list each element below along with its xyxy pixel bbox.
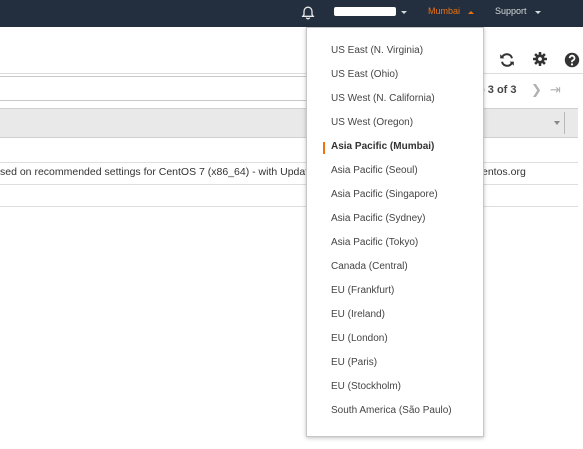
- column-divider: [564, 112, 565, 134]
- bell-icon[interactable]: [300, 5, 316, 21]
- region-item-asia-pacific-tokyo[interactable]: Asia Pacific (Tokyo): [307, 231, 483, 255]
- region-item-asia-pacific-seoul[interactable]: Asia Pacific (Seoul): [307, 159, 483, 183]
- gear-icon[interactable]: [531, 50, 549, 68]
- chevron-up-icon[interactable]: [468, 11, 474, 14]
- table-row-cell: entos.org: [482, 166, 526, 178]
- next-page-icon[interactable]: ❯: [531, 82, 542, 98]
- region-item-us-east-ohio[interactable]: US East (Ohio): [307, 63, 483, 87]
- region-dropdown-menu: US East (N. Virginia) US East (Ohio) US …: [306, 27, 484, 437]
- row-divider: [0, 162, 578, 163]
- region-item-eu-stockholm[interactable]: EU (Stockholm): [307, 375, 483, 399]
- region-item-eu-paris[interactable]: EU (Paris): [307, 351, 483, 375]
- toolbar-divider: [0, 73, 583, 74]
- last-page-icon[interactable]: ⇥: [550, 82, 561, 98]
- sort-caret-icon[interactable]: [554, 121, 560, 125]
- region-item-us-west-oregon[interactable]: US West (Oregon): [307, 111, 483, 135]
- region-selector[interactable]: Mumbai: [428, 6, 460, 16]
- chevron-down-icon[interactable]: [401, 11, 407, 14]
- refresh-icon[interactable]: [498, 51, 516, 69]
- region-item-us-east-n-virginia[interactable]: US East (N. Virginia): [307, 39, 483, 63]
- region-item-us-west-n-california[interactable]: US West (N. California): [307, 87, 483, 111]
- support-menu[interactable]: Support: [495, 6, 527, 16]
- chevron-down-icon[interactable]: [535, 11, 541, 14]
- table-header: [0, 108, 578, 138]
- row-divider: [0, 206, 578, 207]
- account-menu[interactable]: [334, 7, 396, 16]
- region-item-canada-central[interactable]: Canada (Central): [307, 255, 483, 279]
- row-divider: [0, 184, 578, 185]
- region-item-eu-ireland[interactable]: EU (Ireland): [307, 303, 483, 327]
- region-item-eu-london[interactable]: EU (London): [307, 327, 483, 351]
- selected-indicator: [323, 142, 325, 154]
- region-item-asia-pacific-sydney[interactable]: Asia Pacific (Sydney): [307, 207, 483, 231]
- region-item-asia-pacific-mumbai[interactable]: Asia Pacific (Mumbai): [307, 135, 483, 159]
- region-item-south-america-sao-paulo[interactable]: South America (São Paulo): [307, 399, 483, 423]
- region-item-asia-pacific-singapore[interactable]: Asia Pacific (Singapore): [307, 183, 483, 207]
- top-navigation-bar: Mumbai Support: [0, 0, 583, 27]
- help-icon[interactable]: [563, 51, 581, 69]
- search-input[interactable]: [0, 76, 310, 101]
- region-item-eu-frankfurt[interactable]: EU (Frankfurt): [307, 279, 483, 303]
